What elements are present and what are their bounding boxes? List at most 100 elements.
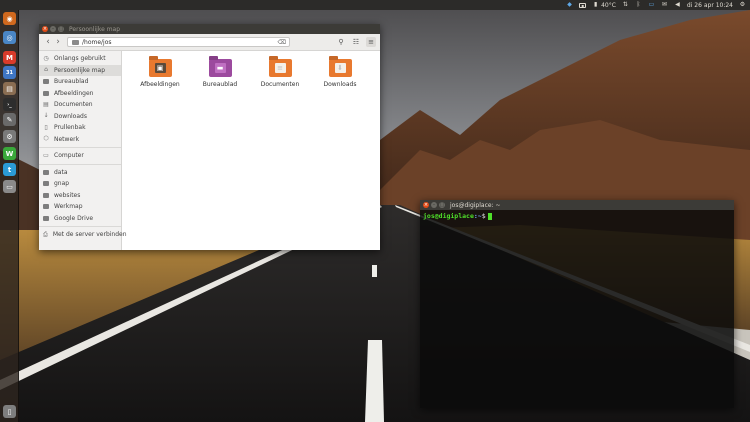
wps-writer-launcher[interactable]: W xyxy=(3,147,16,160)
sidebar-item-prullenbak[interactable]: ▯ Prullenbak xyxy=(39,122,121,134)
prompt-path: :~ xyxy=(473,212,482,220)
trash-icon: ▯ xyxy=(44,123,48,131)
document-icon: ▤ xyxy=(43,100,49,108)
sidebar-item-onlangs-gebruikt[interactable]: ◷ Onlangs gebruikt xyxy=(39,53,121,65)
mail-indicator[interactable]: ✉ xyxy=(661,2,668,8)
volume-icon: ◀ xyxy=(675,1,680,8)
bluetooth-indicator[interactable]: ᛒ xyxy=(635,2,642,8)
files-icon: ▤ xyxy=(6,84,13,93)
chrome-icon: ◎ xyxy=(6,33,13,42)
folder-item-documenten[interactable]: ≡ Documenten xyxy=(255,59,305,88)
sidebar-item-netwerk[interactable]: ⬡ Netwerk xyxy=(39,134,121,146)
maximize-icon[interactable]: □ xyxy=(439,202,445,208)
sidebar-item-persoonlijke-map[interactable]: ⌂ Persoonlijke map xyxy=(39,64,121,76)
gear-launcher[interactable]: ⚙ xyxy=(3,130,16,143)
folder-label: Documenten xyxy=(260,81,300,88)
dropbox-icon: ◆ xyxy=(567,1,572,8)
sidebar-item-google-drive[interactable]: Google Drive xyxy=(39,213,121,225)
launcher: ◉ ◎ M 31 ▤ ›_ ✎ ⚙ Wt ▭ ▯ xyxy=(0,10,19,422)
menu-button[interactable]: ≡ xyxy=(366,37,376,47)
view-list-button[interactable]: ☷ xyxy=(351,37,361,47)
sidebar-item-label: gnap xyxy=(54,180,70,188)
sidebar-item-met-de-server-verbinden[interactable]: ⎙ Met de server verbinden xyxy=(39,229,127,241)
prompt-symbol: $ xyxy=(481,212,486,220)
places-sidebar: ◷ Onlangs gebruikt ⌂ Persoonlijke map Bureau… xyxy=(39,51,127,250)
ubuntu-dash-icon: ◉ xyxy=(6,14,13,23)
clear-icon[interactable]: ⌫ xyxy=(278,39,286,46)
terminal-icon: ›_ xyxy=(7,101,12,108)
drive-icon: ▭ xyxy=(6,182,13,191)
keyboard-indicator[interactable]: ▭ xyxy=(648,2,655,8)
terminal-launcher[interactable]: ›_ xyxy=(3,98,16,111)
box-indicator[interactable]: ▪ xyxy=(579,2,587,8)
mail-icon: ✉ xyxy=(661,1,667,8)
folder-icon xyxy=(43,169,49,175)
search-button[interactable]: ⚲ xyxy=(336,37,346,47)
download-icon: ↓ xyxy=(43,112,49,120)
ubuntu-dash-launcher[interactable]: ◉ xyxy=(3,12,16,25)
top-panel: ◆ ▪ ▮ 40°C ⇅ ᛒ ▭ ✉ ◀ di 26 apr 10:24 ⚙ xyxy=(0,0,750,10)
terminal-output[interactable]: jos@digiplace:~ $ xyxy=(420,210,734,222)
sidebar-item-label: Bureaublad xyxy=(54,78,89,86)
folder-emblem-icon: ⬇ xyxy=(334,63,346,73)
volume-indicator[interactable]: ◀ xyxy=(674,2,681,8)
trash-launcher[interactable]: ▯ xyxy=(3,405,16,418)
sidebar-item-documenten[interactable]: ▤ Documenten xyxy=(39,99,121,111)
minimize-icon[interactable]: – xyxy=(50,26,56,32)
sidebar-item-computer[interactable]: ▭ Computer xyxy=(39,150,121,162)
sidebar-item-label: Prullenbak xyxy=(54,124,86,132)
sidebar-item-label: Documenten xyxy=(54,101,93,109)
folder-item-downloads[interactable]: ⬇ Downloads xyxy=(315,59,365,88)
sidebar-item-data[interactable]: data xyxy=(39,167,121,179)
network-icon: ⇅ xyxy=(622,1,628,8)
text-editor-icon: ✎ xyxy=(6,115,13,124)
temperature-indicator[interactable]: ▮ 40°C xyxy=(592,2,616,9)
sidebar-item-afbeeldingen[interactable]: Afbeeldingen xyxy=(39,88,121,100)
folder-item-bureaublad[interactable]: ▬ Bureaublad xyxy=(195,59,245,88)
folder-icon: ⬇ xyxy=(328,59,352,77)
sidebar-separator xyxy=(39,226,121,227)
network-indicator[interactable]: ⇅ xyxy=(622,2,629,8)
minimize-icon[interactable]: – xyxy=(431,202,437,208)
forward-button[interactable]: › xyxy=(53,37,63,47)
files-launcher[interactable]: ▤ xyxy=(3,82,16,95)
sidebar-separator xyxy=(39,147,121,148)
sidebar-item-gnap[interactable]: gnap xyxy=(39,178,121,190)
maximize-icon[interactable]: □ xyxy=(58,26,64,32)
menu-icon: ≡ xyxy=(368,38,374,46)
folder-label: Downloads xyxy=(323,81,357,88)
sidebar-item-websites[interactable]: websites xyxy=(39,190,121,202)
sidebar-item-label: Netwerk xyxy=(54,135,80,143)
trash-icon: ▯ xyxy=(7,407,12,416)
terminal-title: jos@digiplace: ~ xyxy=(450,201,501,209)
file-manager-toolbar: ‹ › /home/jos ⌫ ⚲ ☷ ≡ xyxy=(39,34,380,51)
sidebar-item-label: Google Drive xyxy=(54,214,94,222)
gmail-launcher[interactable]: M xyxy=(3,51,16,64)
sidebar-item-label: Downloads xyxy=(54,112,87,120)
close-icon[interactable]: × xyxy=(42,26,48,32)
text-editor-launcher[interactable]: ✎ xyxy=(3,113,16,126)
clock-indicator[interactable]: di 26 apr 10:24 xyxy=(687,2,733,9)
folder-item-afbeeldingen[interactable]: ▣ Afbeeldingen xyxy=(135,59,185,88)
terminal-titlebar[interactable]: × – □ jos@digiplace: ~ xyxy=(420,200,734,210)
dropbox-indicator[interactable]: ◆ xyxy=(566,2,573,8)
folder-icon xyxy=(72,39,79,45)
clock-icon: ◷ xyxy=(43,54,49,62)
search-icon: ⚲ xyxy=(338,38,344,46)
sidebar-item-werkmap[interactable]: Werkmap xyxy=(39,201,121,213)
file-manager-titlebar[interactable]: × – □ Persoonlijke map xyxy=(39,24,380,34)
chrome-launcher[interactable]: ◎ xyxy=(3,31,16,44)
gmail-icon: M xyxy=(6,53,13,62)
back-button[interactable]: ‹ xyxy=(43,37,53,47)
close-icon[interactable]: × xyxy=(423,202,429,208)
twitter-launcher[interactable]: t xyxy=(3,163,16,176)
calendar-launcher[interactable]: 31 xyxy=(3,66,16,79)
sidebar-item-downloads[interactable]: ↓ Downloads xyxy=(39,111,121,123)
gear-icon: ⚙ xyxy=(6,132,13,141)
sidebar-item-label: Afbeeldingen xyxy=(54,89,94,97)
location-input[interactable]: /home/jos ⌫ xyxy=(67,37,290,47)
sidebar-item-bureaublad[interactable]: Bureaublad xyxy=(39,76,121,88)
session-indicator[interactable]: ⚙ xyxy=(739,2,746,8)
drive-launcher[interactable]: ▭ xyxy=(3,180,16,193)
folder-icon xyxy=(43,204,49,210)
